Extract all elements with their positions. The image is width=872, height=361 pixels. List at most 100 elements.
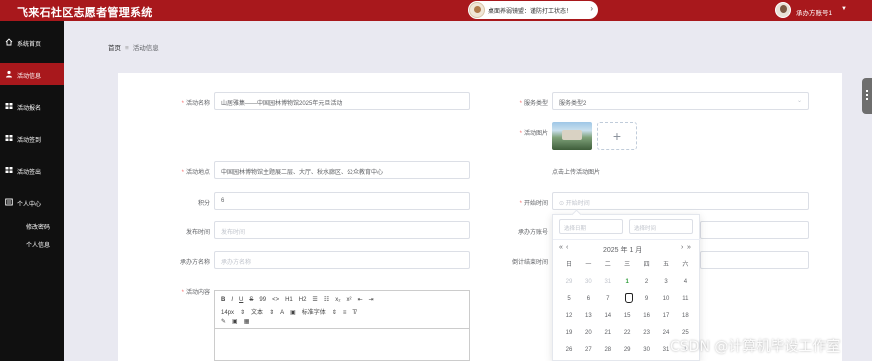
- ordered-list-icon[interactable]: ☰: [312, 296, 317, 303]
- avatar: [775, 2, 791, 18]
- publish-time-input[interactable]: 发布时间: [214, 221, 470, 239]
- sidebar-item-activity-checkout[interactable]: 活动签出: [0, 159, 64, 181]
- font-family-select[interactable]: 标准字体: [302, 307, 326, 316]
- strike-button[interactable]: S: [249, 297, 253, 303]
- date-cell[interactable]: 23: [637, 328, 657, 344]
- user-icon: [5, 70, 13, 78]
- date-cell[interactable]: 27: [578, 345, 598, 361]
- subscript-button[interactable]: x₂: [335, 297, 340, 303]
- next-month-icon[interactable]: ›: [681, 244, 683, 251]
- header-select[interactable]: 文本: [251, 307, 263, 316]
- background-color-icon[interactable]: ▣: [290, 309, 296, 316]
- date-cell[interactable]: 3: [656, 277, 676, 293]
- countdown-end-input[interactable]: [700, 251, 809, 269]
- font-size-select[interactable]: 14px: [221, 310, 234, 316]
- sidebar-subitem-personal-info[interactable]: 个人信息: [0, 237, 64, 251]
- prev-year-icon[interactable]: «: [559, 244, 563, 251]
- code-button[interactable]: <>: [272, 297, 279, 303]
- sidebar-item-label: 活动信息: [17, 74, 42, 80]
- video-icon[interactable]: ▦: [244, 318, 250, 325]
- rich-text-editor[interactable]: B I U S 99 <> H1 H2 ☰ ☷ x₂ x² ⇤ ⇥ 14px ⇕ 文本 ⇕ A ▣ 标准字体 ⇕ ≡ T̸ …: [214, 290, 470, 361]
- sidebar-item-personal-center[interactable]: 个人中心: [0, 191, 64, 213]
- weekday-header: 日: [565, 262, 572, 268]
- date-cell[interactable]: 15: [617, 311, 637, 327]
- date-cell[interactable]: 1: [617, 277, 637, 293]
- h1-button[interactable]: H1: [285, 297, 293, 303]
- sidebar-subitem-change-password[interactable]: 修改密码: [0, 219, 64, 233]
- service-type-select[interactable]: 服务类型2 ⌄: [552, 92, 809, 110]
- sidebar-item-activity-checkin[interactable]: 活动签到: [0, 127, 64, 149]
- date-cell[interactable]: 29: [559, 277, 579, 293]
- date-cell[interactable]: 16: [637, 311, 657, 327]
- indent-icon[interactable]: ⇥: [369, 296, 374, 303]
- date-picker-time-input[interactable]: 选择时间: [629, 219, 693, 234]
- underline-button[interactable]: U: [239, 297, 243, 303]
- organizer-account-input[interactable]: [700, 221, 809, 239]
- sidebar: 系统首页 活动信息 活动报名 活动签到 活动签出 个人中心 修改密码 个人信息: [0, 21, 64, 361]
- editor-toolbar-row-3: ✎ ▣ ▦: [221, 318, 255, 325]
- uploaded-image-thumbnail[interactable]: [552, 122, 592, 150]
- date-cell[interactable]: 12: [559, 311, 579, 327]
- activity-image-label: * 活动图片: [519, 131, 548, 137]
- date-picker-year-month[interactable]: 2025 年 1 月: [603, 245, 642, 255]
- italic-button[interactable]: I: [231, 297, 233, 303]
- date-cell[interactable]: 2: [637, 277, 657, 293]
- date-cell[interactable]: 31: [598, 277, 618, 293]
- date-cell[interactable]: 5: [559, 294, 579, 310]
- date-cell[interactable]: 13: [578, 311, 598, 327]
- activity-name-input[interactable]: 山居雅集——中国园林博物馆2025年元旦活动: [214, 92, 470, 110]
- bullet-list-icon[interactable]: ☷: [324, 296, 329, 303]
- date-cell[interactable]: 7: [598, 294, 618, 310]
- prev-month-icon[interactable]: ‹: [566, 244, 568, 251]
- notice-pill[interactable]: 桌面养弱镜盟：谨防打工状态！ ›: [468, 1, 598, 19]
- quote-button[interactable]: 99: [259, 297, 266, 303]
- weekday-header: 四: [643, 262, 650, 268]
- h2-button[interactable]: H2: [299, 297, 307, 303]
- date-cell[interactable]: 30: [578, 277, 598, 293]
- align-icon[interactable]: ≡: [343, 310, 347, 316]
- date-cell[interactable]: 10: [656, 294, 676, 310]
- date-cell[interactable]: 19: [559, 328, 579, 344]
- date-cell[interactable]: 6: [578, 294, 598, 310]
- grid-icon: [5, 134, 13, 142]
- image-icon[interactable]: ▣: [232, 318, 238, 325]
- organizer-name-input[interactable]: 承办方名称: [214, 251, 470, 269]
- bold-button[interactable]: B: [221, 297, 225, 303]
- superscript-button[interactable]: x²: [347, 297, 352, 303]
- link-icon[interactable]: ✎: [221, 318, 226, 325]
- date-cell[interactable]: 9: [637, 294, 657, 310]
- date-cell[interactable]: 22: [617, 328, 637, 344]
- start-time-input[interactable]: ⊙ 开始时间: [552, 192, 809, 210]
- editor-content-area[interactable]: [215, 328, 469, 361]
- date-cell[interactable]: 21: [598, 328, 618, 344]
- date-cell[interactable]: 29: [617, 345, 637, 361]
- clock-icon: ⊙: [559, 201, 566, 207]
- date-cell[interactable]: 14: [598, 311, 618, 327]
- sidebar-item-label: 个人中心: [17, 202, 42, 208]
- clear-format-icon[interactable]: T̸: [352, 310, 356, 316]
- upload-add-button[interactable]: +: [597, 122, 637, 150]
- date-cell[interactable]: 30: [637, 345, 657, 361]
- sidebar-item-label: 活动报名: [17, 106, 42, 112]
- date-picker-date-input[interactable]: 选择日期: [559, 219, 623, 234]
- sidebar-item-activity-info[interactable]: 活动信息: [0, 63, 64, 85]
- date-picker-header: « ‹ 2025 年 1 月 › »: [553, 239, 701, 255]
- date-cell[interactable]: 26: [559, 345, 579, 361]
- date-cell[interactable]: 11: [675, 294, 695, 310]
- date-cell[interactable]: 18: [675, 311, 695, 327]
- font-color-icon[interactable]: A: [280, 310, 284, 316]
- activity-location-input[interactable]: 中国园林博物馆主题展二层、大厅、秋水廊区、公众教育中心: [214, 161, 470, 179]
- sidebar-item-activity-signup[interactable]: 活动报名: [0, 95, 64, 117]
- date-cell[interactable]: 20: [578, 328, 598, 344]
- grid-icon: [5, 102, 13, 110]
- outdent-icon[interactable]: ⇤: [358, 296, 363, 303]
- sidebar-item-home[interactable]: 系统首页: [0, 31, 64, 53]
- next-year-icon[interactable]: »: [687, 244, 691, 251]
- date-cell[interactable]: 4: [675, 277, 695, 293]
- points-input[interactable]: 6: [214, 192, 470, 210]
- date-cell[interactable]: 28: [598, 345, 618, 361]
- breadcrumb-home[interactable]: 首页: [108, 45, 121, 52]
- side-drawer-handle[interactable]: [862, 78, 872, 114]
- date-cell[interactable]: 17: [656, 311, 676, 327]
- caret-down-icon: ▼: [841, 6, 847, 12]
